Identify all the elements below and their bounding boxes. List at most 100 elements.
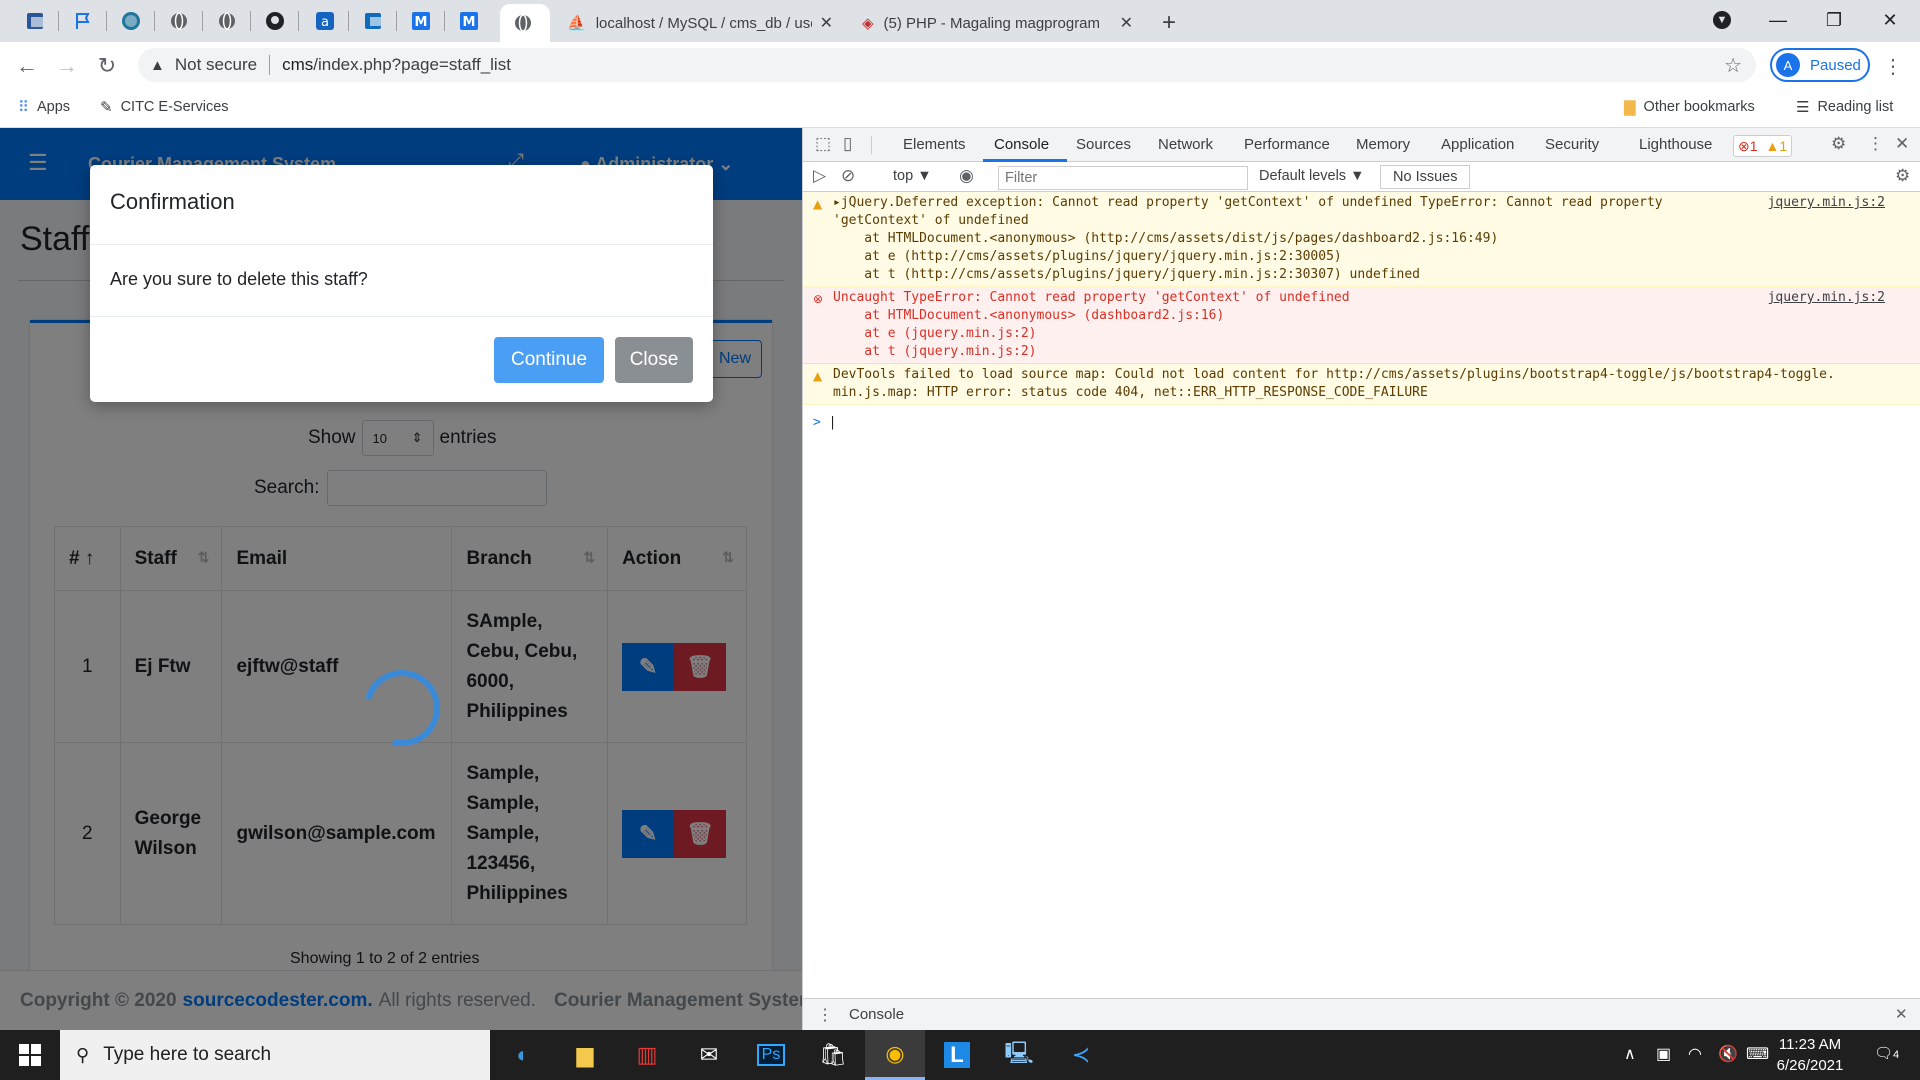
pinned-tab-a[interactable]: a: [310, 7, 340, 35]
taskbar-search[interactable]: ⚲ Type here to search: [60, 1030, 490, 1080]
taskbar-store[interactable]: 🛍: [803, 1030, 863, 1080]
notifications-button[interactable]: 🗨4: [1874, 1044, 1899, 1062]
vscode-icon: ≺: [1071, 1042, 1091, 1067]
tab-phpmyadmin[interactable]: ⛵ localhost / MySQL / cms_db / use ✕: [555, 4, 845, 42]
pinned-tab-m-2[interactable]: M: [454, 7, 484, 35]
pinned-tab-wordpress[interactable]: [116, 7, 146, 35]
filter-input[interactable]: Filter: [998, 166, 1248, 190]
tab-console[interactable]: Console: [994, 136, 1049, 153]
settings-gear-icon[interactable]: ⚙: [1831, 134, 1846, 154]
m-logo-icon: M: [412, 12, 430, 30]
taskbar-app-red[interactable]: ▥: [617, 1030, 677, 1080]
tab-youtube[interactable]: ◈ (5) PHP - Magaling magprogram ✕: [850, 4, 1145, 42]
active-tab[interactable]: [500, 4, 550, 42]
chevron-up-icon[interactable]: ∧: [1624, 1044, 1636, 1064]
star-icon[interactable]: ☆: [1724, 53, 1742, 78]
folder-icon: ▆: [576, 1042, 594, 1067]
pinned-tab-globe-2[interactable]: [212, 7, 242, 35]
tab-elements[interactable]: Elements: [903, 136, 966, 153]
console-message-warning: ▲ jquery.min.js:2 ▸jQuery.Deferred excep…: [803, 192, 1920, 287]
eye-icon[interactable]: ◉: [959, 166, 974, 186]
back-button[interactable]: ←: [12, 51, 42, 81]
clear-console-icon[interactable]: ⊘: [841, 166, 855, 186]
error-icon: ⊗: [1738, 137, 1750, 154]
close-icon[interactable]: ✕: [1895, 134, 1909, 154]
notification-icon: 🗨: [1874, 1045, 1894, 1062]
context-select[interactable]: top ▼: [893, 168, 932, 184]
pinned-tab-github[interactable]: [260, 7, 290, 35]
console-drawer: ⋮ Console ✕: [803, 998, 1920, 1030]
close-icon[interactable]: ✕: [1895, 1005, 1908, 1023]
reading-list-button[interactable]: ☰ Reading list: [1796, 98, 1893, 116]
minimize-button[interactable]: —: [1750, 0, 1806, 40]
kebab-menu-icon: ⋮: [1883, 55, 1903, 78]
tab-strip: a M M ⛵ localhost / MySQL / cms_db / use…: [0, 0, 1920, 42]
taskbar-app-remote[interactable]: 🖳: [989, 1030, 1049, 1080]
wifi-icon[interactable]: ◠: [1688, 1044, 1702, 1064]
volume-muted-icon[interactable]: 🔇: [1718, 1044, 1738, 1064]
taskbar-explorer[interactable]: ▆: [555, 1030, 615, 1080]
start-button[interactable]: [0, 1030, 60, 1080]
pinned-tab-flag[interactable]: [68, 7, 98, 35]
close-button[interactable]: Close: [615, 337, 693, 383]
taskbar-mail[interactable]: ✉: [679, 1030, 739, 1080]
kebab-menu-icon[interactable]: ⋮: [817, 1005, 833, 1025]
pinned-tab-globe-1[interactable]: [164, 7, 194, 35]
modal-title: Confirmation: [90, 165, 713, 245]
kebab-menu-icon[interactable]: ⋮: [1867, 134, 1884, 154]
console-output: ▲ jquery.min.js:2 ▸jQuery.Deferred excep…: [803, 192, 1920, 430]
restore-button[interactable]: ❐: [1806, 0, 1862, 40]
source-link[interactable]: jquery.min.js:2: [1768, 194, 1885, 212]
pinned-tab-outlook[interactable]: [358, 7, 388, 35]
reading-list-icon: ☰: [1796, 99, 1810, 116]
arrow-left-icon: ←: [16, 53, 38, 78]
inspect-element-icon[interactable]: ⬚: [815, 134, 831, 154]
reload-button[interactable]: ↻: [92, 51, 122, 81]
meet-now-icon[interactable]: ▣: [1656, 1044, 1671, 1064]
console-prompt[interactable]: > |: [813, 414, 836, 432]
tab-search-button[interactable]: ▼: [1694, 0, 1750, 40]
bookmark-apps[interactable]: ⠿ Apps: [18, 98, 70, 116]
tab-memory[interactable]: Memory: [1356, 136, 1410, 153]
issue-counter[interactable]: ⊗1 ▲1: [1733, 135, 1793, 157]
drawer-tab-console[interactable]: Console: [849, 1006, 904, 1023]
tab-performance[interactable]: Performance: [1244, 136, 1330, 153]
taskbar-l-app[interactable]: L: [927, 1030, 987, 1080]
pinned-tab-word[interactable]: [20, 7, 50, 35]
taskbar-edge[interactable]: ◐: [493, 1030, 553, 1080]
address-bar[interactable]: ▲ Not secure cms/index.php?page=staff_li…: [138, 48, 1756, 82]
menu-button[interactable]: ⋮: [1878, 51, 1908, 81]
taskbar-photoshop[interactable]: Ps: [741, 1030, 801, 1080]
bookmark-other[interactable]: ▇ Other bookmarks: [1624, 98, 1755, 116]
wordpress-icon: [122, 12, 140, 30]
device-toolbar-icon[interactable]: ▯: [843, 134, 852, 154]
new-tab-button[interactable]: +: [1150, 4, 1194, 42]
taskbar-clock[interactable]: 11:23 AM 6/26/2021: [1760, 1034, 1860, 1076]
tab-lighthouse[interactable]: Lighthouse: [1639, 136, 1712, 153]
pinned-tab-m-1[interactable]: M: [406, 7, 436, 35]
log-levels-select[interactable]: Default levels ▼: [1259, 168, 1364, 184]
forward-button[interactable]: →: [52, 51, 82, 81]
tab-sources[interactable]: Sources: [1076, 136, 1131, 153]
sidebar-toggle-icon[interactable]: ▷: [813, 166, 826, 186]
profile-button[interactable]: A Paused: [1770, 48, 1870, 82]
warning-icon: ▲: [150, 56, 165, 74]
devtools-tabbar: ⬚ ▯ Elements Console Sources Network Per…: [803, 128, 1920, 162]
tab-network[interactable]: Network: [1158, 136, 1213, 153]
tab-application[interactable]: Application: [1441, 136, 1514, 153]
apps-grid-icon: ⠿: [18, 99, 29, 116]
issues-button[interactable]: No Issues: [1380, 165, 1471, 189]
source-link[interactable]: jquery.min.js:2: [1768, 289, 1885, 307]
taskbar-vscode[interactable]: ≺: [1051, 1030, 1111, 1080]
m-logo-icon: M: [460, 12, 478, 30]
continue-button[interactable]: Continue: [494, 337, 604, 383]
tab-security[interactable]: Security: [1545, 136, 1599, 153]
bookmark-citc[interactable]: ✎ CITC E-Services: [100, 98, 229, 116]
plus-icon: +: [1162, 9, 1177, 36]
taskbar-chrome[interactable]: ◉: [865, 1030, 925, 1080]
settings-gear-icon[interactable]: ⚙: [1895, 166, 1910, 186]
svg-text:M: M: [463, 15, 476, 30]
close-tab-icon[interactable]: ✕: [820, 13, 833, 33]
close-tab-icon[interactable]: ✕: [1120, 13, 1133, 33]
close-window-button[interactable]: ✕: [1862, 0, 1918, 40]
